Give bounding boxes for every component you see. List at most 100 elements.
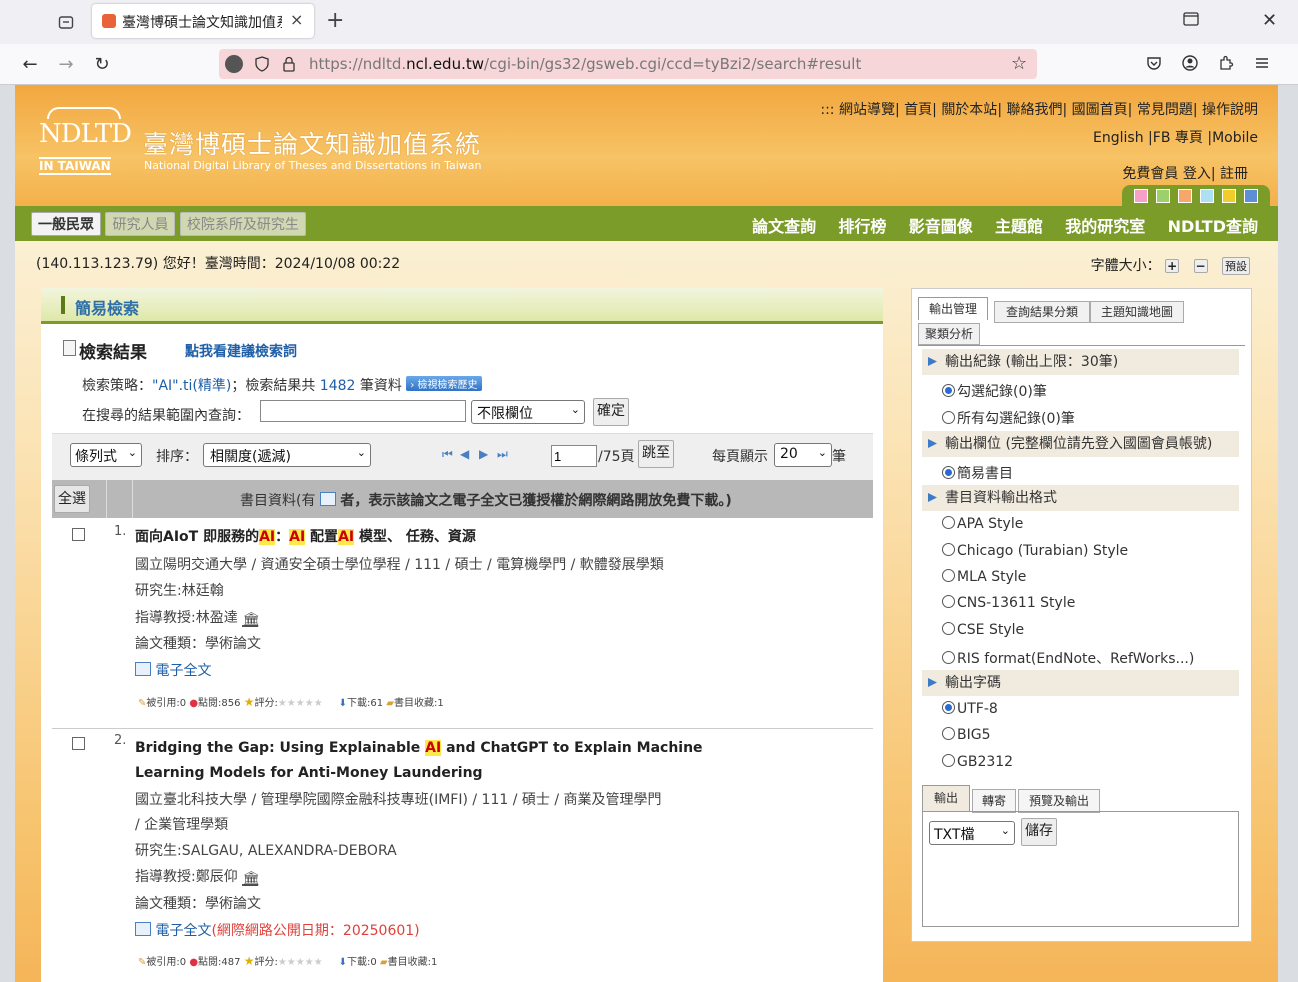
close-tab-icon[interactable]: × xyxy=(290,10,303,29)
font-default-button[interactable]: 預設 xyxy=(1222,257,1250,275)
radio-button[interactable] xyxy=(942,384,955,397)
radio-button[interactable] xyxy=(942,543,955,556)
save-button[interactable]: 儲存 xyxy=(1021,818,1057,846)
nav-ndltd-search[interactable]: NDLTD查詢 xyxy=(1168,217,1258,236)
result-title[interactable]: Bridging the Gap: Using Explainable AI a… xyxy=(135,736,703,786)
bookmark-star-icon[interactable]: ☆ xyxy=(1011,53,1027,74)
format-cse[interactable]: CSE Style xyxy=(942,622,1024,638)
radio-button[interactable] xyxy=(942,516,955,529)
library-icon[interactable]: 🏛 xyxy=(242,871,260,887)
theme-swatch-orange[interactable] xyxy=(1178,189,1192,203)
theme-swatch-pink[interactable] xyxy=(1134,189,1148,203)
link-faq[interactable]: 常見問題 xyxy=(1137,102,1193,118)
app-menu-icon[interactable] xyxy=(1254,55,1270,75)
link-english[interactable]: English xyxy=(1093,130,1144,146)
theme-swatch-yellow[interactable] xyxy=(1222,189,1236,203)
format-ris[interactable]: RIS format(EndNote、RefWorks...) xyxy=(942,648,1194,668)
account-icon[interactable] xyxy=(1182,55,1198,75)
format-apa[interactable]: APA Style xyxy=(942,516,1023,532)
result-title[interactable]: 面向AIoT 即服務的AI：AI 配置AI 模型、 任務、資源 xyxy=(135,526,476,546)
format-mla[interactable]: MLA Style xyxy=(942,569,1026,585)
suggest-terms-link[interactable]: 點我看建議檢索詞 xyxy=(185,341,297,361)
pocket-icon[interactable] xyxy=(1146,55,1162,75)
last-page-icon[interactable]: ⏭ xyxy=(497,447,508,462)
theme-swatch-lightblue[interactable] xyxy=(1200,189,1214,203)
export-format-select[interactable]: TXT檔 ⌄ xyxy=(929,821,1015,845)
record-option-all[interactable]: 所有勾選紀錄(0)筆 xyxy=(942,408,1075,428)
next-page-icon[interactable]: ▶ xyxy=(479,447,488,461)
nav-my-lab[interactable]: 我的研究室 xyxy=(1065,217,1145,236)
tab-forward[interactable]: 轉寄 xyxy=(972,789,1016,813)
font-larger-button[interactable]: + xyxy=(1165,259,1180,273)
page-input[interactable] xyxy=(551,445,597,467)
radio-button[interactable] xyxy=(942,727,955,740)
sort-select[interactable]: 相關度(遞減) ⌄ xyxy=(203,443,371,467)
goto-page-button[interactable]: 跳至 xyxy=(638,440,674,468)
confirm-button[interactable]: 確定 xyxy=(593,398,629,426)
shield-icon[interactable] xyxy=(255,56,269,76)
radio-button[interactable] xyxy=(942,569,955,582)
encoding-gb2312[interactable]: GB2312 xyxy=(942,754,1013,770)
field-option-brief[interactable]: 簡易書目 xyxy=(942,463,1013,483)
link-sitemap[interactable]: 網站導覽 xyxy=(839,102,895,118)
tab-general-public[interactable]: 一般民眾 xyxy=(31,212,101,236)
link-about[interactable]: 關於本站 xyxy=(941,102,997,118)
nav-thesis-search[interactable]: 論文查詢 xyxy=(752,217,816,236)
tab-researcher[interactable]: 研究人員 xyxy=(105,212,176,236)
tab-knowledge-map[interactable]: 主題知識地圖 xyxy=(1090,301,1184,323)
search-history-button[interactable]: › 檢視檢索歷史 xyxy=(406,376,482,391)
fulltext-link[interactable]: 電子全文 xyxy=(155,663,211,679)
theme-swatch-green[interactable] xyxy=(1156,189,1170,203)
radio-button[interactable] xyxy=(942,466,955,479)
link-free-member[interactable]: 免費會員 xyxy=(1122,166,1178,182)
result-checkbox[interactable] xyxy=(72,737,85,750)
radio-button[interactable] xyxy=(942,622,955,635)
font-smaller-button[interactable]: − xyxy=(1193,259,1208,273)
nav-topics[interactable]: 主題館 xyxy=(995,217,1043,236)
tab-institution[interactable]: 校院系所及研究生 xyxy=(179,212,306,236)
theme-swatch-blue[interactable] xyxy=(1244,189,1258,203)
radio-button[interactable] xyxy=(942,411,955,424)
tab-cluster-analysis[interactable]: 聚類分析 xyxy=(918,323,980,345)
field-select[interactable]: 不限欄位 ⌄ xyxy=(471,400,585,424)
nav-rankings[interactable]: 排行榜 xyxy=(838,217,886,236)
tab-preview-export[interactable]: 預覽及輸出 xyxy=(1018,789,1100,813)
link-home[interactable]: 首頁 xyxy=(904,102,932,118)
record-option-checked[interactable]: 勾選紀錄(0)筆 xyxy=(942,381,1047,401)
per-page-select[interactable]: 20 ⌄ xyxy=(774,443,832,467)
list-all-tabs-icon[interactable] xyxy=(1183,12,1199,30)
result-checkbox[interactable] xyxy=(72,528,85,541)
link-facebook[interactable]: FB 專頁 xyxy=(1153,130,1203,146)
encoding-big5[interactable]: BIG5 xyxy=(942,727,991,743)
tab-output-management[interactable]: 輸出管理 xyxy=(918,297,988,320)
reload-icon[interactable]: ↻ xyxy=(88,50,116,78)
link-mobile[interactable]: Mobile xyxy=(1212,130,1258,146)
first-page-icon[interactable]: ⏮ xyxy=(442,447,453,462)
prev-page-icon[interactable]: ◀ xyxy=(460,447,469,461)
fulltext-link[interactable]: 電子全文 xyxy=(155,923,211,939)
browser-tab[interactable]: 臺灣博碩士論文知識加值系統 × xyxy=(92,4,314,38)
select-all-button[interactable]: 全選 xyxy=(54,485,90,513)
nav-media[interactable]: 影音圖像 xyxy=(909,217,973,236)
link-help[interactable]: 操作說明 xyxy=(1202,102,1258,118)
url-bar[interactable]: https://ndltd.ncl.edu.tw/cgi-bin/gs32/gs… xyxy=(219,49,1037,79)
library-icon[interactable]: 🏛 xyxy=(242,612,260,628)
link-ncl-home[interactable]: 國圖首頁 xyxy=(1072,102,1128,118)
back-icon[interactable]: ← xyxy=(16,50,44,78)
search-within-input[interactable] xyxy=(260,400,466,422)
ndltd-logo[interactable]: NDLTD IN TAIWAN xyxy=(39,107,132,175)
new-tab-icon[interactable]: + xyxy=(326,8,344,33)
link-contact[interactable]: 聯絡我們 xyxy=(1006,102,1062,118)
extensions-icon[interactable] xyxy=(1218,55,1234,75)
radio-button[interactable] xyxy=(942,701,955,714)
forward-icon[interactable]: → xyxy=(52,50,80,78)
tab-export[interactable]: 輸出 xyxy=(922,785,970,812)
tab-result-classification[interactable]: 查詢結果分類 xyxy=(994,301,1090,323)
tab-overview-icon[interactable] xyxy=(52,8,80,36)
encoding-utf8[interactable]: UTF-8 xyxy=(942,701,998,717)
format-cns[interactable]: CNS-13611 Style xyxy=(942,595,1075,611)
link-register[interactable]: 註冊 xyxy=(1220,166,1248,182)
link-login[interactable]: 登入 xyxy=(1183,166,1211,182)
radio-button[interactable] xyxy=(942,754,955,767)
radio-button[interactable] xyxy=(942,595,955,608)
